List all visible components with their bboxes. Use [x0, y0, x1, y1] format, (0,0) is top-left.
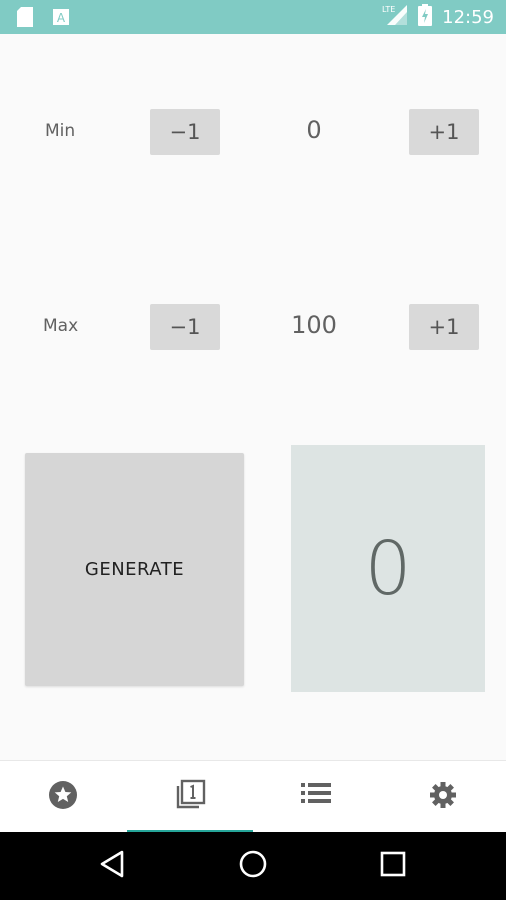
layers-one-icon: [173, 778, 207, 816]
max-value: 100: [291, 311, 337, 339]
back-icon: [98, 849, 126, 883]
main-content: Min −1 0 +1 Max −1 100 +1 GENERATE 0: [0, 34, 506, 760]
min-increment-button[interactable]: +1: [409, 109, 479, 155]
back-button[interactable]: [92, 846, 132, 886]
result-display: 0: [291, 445, 485, 692]
result-value: 0: [364, 525, 412, 612]
recents-button[interactable]: [373, 846, 413, 886]
max-increment-button[interactable]: +1: [409, 304, 479, 350]
sd-card-icon: [16, 6, 34, 32]
gear-icon: [428, 780, 458, 814]
bottom-navigation: [0, 760, 506, 833]
home-button[interactable]: [233, 846, 273, 886]
min-value: 0: [306, 116, 322, 144]
max-label: Max: [43, 316, 79, 336]
nav-item-settings[interactable]: [380, 761, 506, 833]
min-decrement-button[interactable]: −1: [150, 109, 220, 155]
list-icon: [300, 781, 332, 813]
battery-charging-icon: [418, 4, 433, 30]
status-bar: A LTE 12:59: [0, 0, 506, 34]
nav-item-list[interactable]: [253, 761, 379, 833]
star-circle-icon: [48, 780, 78, 814]
system-navigation-bar: [0, 832, 506, 900]
nav-item-generator[interactable]: [127, 761, 253, 833]
clock: 12:59: [442, 6, 494, 28]
svg-text:A: A: [57, 11, 66, 25]
keyboard-a-icon: A: [52, 8, 70, 30]
max-decrement-button[interactable]: −1: [150, 304, 220, 350]
generate-button[interactable]: GENERATE: [25, 453, 244, 686]
lte-signal-icon: LTE: [382, 4, 408, 30]
home-icon: [238, 849, 268, 883]
svg-text:LTE: LTE: [382, 5, 395, 14]
nav-item-favorites[interactable]: [0, 761, 126, 833]
min-label: Min: [45, 121, 76, 141]
recents-icon: [380, 851, 406, 881]
